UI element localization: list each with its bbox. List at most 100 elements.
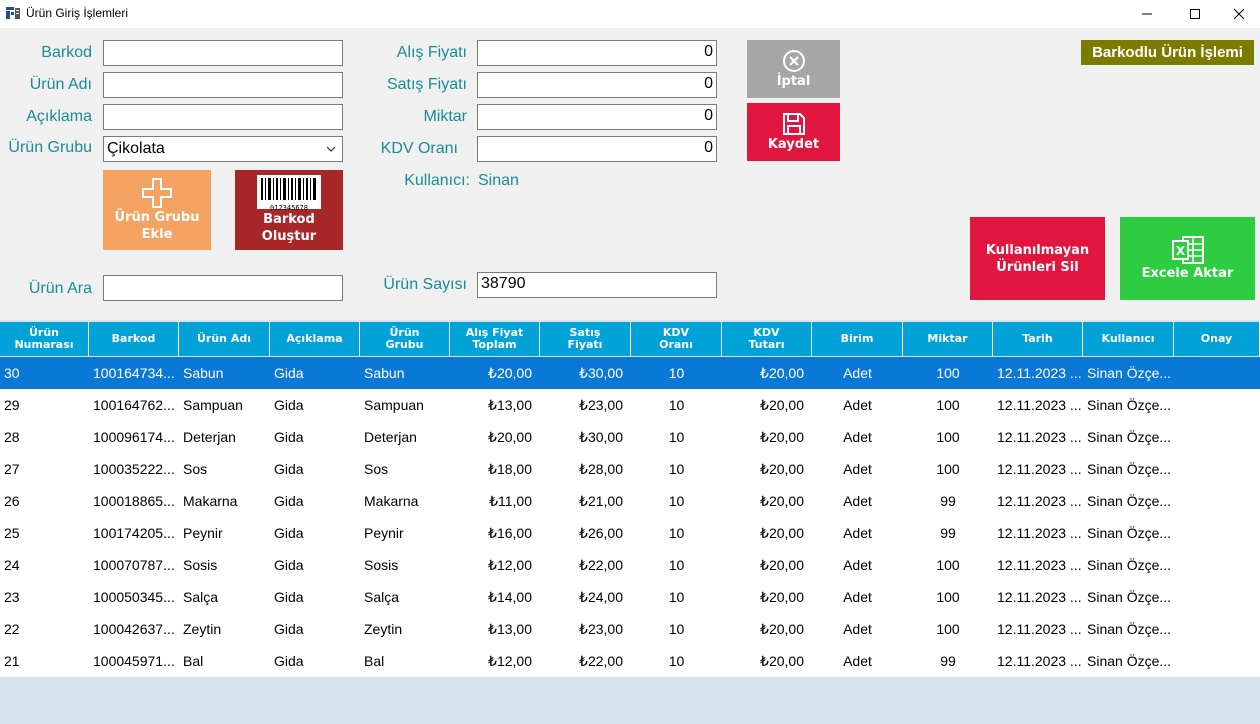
cell-urun-grubu[interactable]: Sosis (360, 549, 450, 581)
barkod-input[interactable] (103, 40, 343, 66)
cell-barkod[interactable]: 100164762... (89, 389, 179, 421)
cell-kdv-orani[interactable]: 10 (631, 453, 722, 485)
column-header-urun-grubu[interactable]: Ürün Grubu (360, 322, 450, 356)
column-header-onay[interactable]: Onay (1174, 322, 1260, 356)
cell-birim[interactable]: Adet (812, 453, 903, 485)
cell-kdv-tutari[interactable]: ₺20,00 (722, 421, 812, 453)
table-row[interactable]: 26 100018865... Makarna Gida Makarna ₺11,00 ₺2… (0, 485, 1260, 517)
cell-urun-numarasi[interactable]: 22 (0, 613, 89, 645)
cell-alis-fiyat-toplam[interactable]: ₺11,00 (450, 485, 540, 517)
cell-onay[interactable] (1174, 517, 1260, 549)
cell-tarih[interactable]: 12.11.2023 ... (993, 517, 1083, 549)
cell-alis-fiyat-toplam[interactable]: ₺12,00 (450, 549, 540, 581)
table-row[interactable]: 28 100096174... Deterjan Gida Deterjan ₺20,00… (0, 421, 1260, 453)
column-header-urun-numarasi[interactable]: Ürün Numarası (0, 322, 89, 356)
cell-birim[interactable]: Adet (812, 389, 903, 421)
cell-aciklama[interactable]: Gida (270, 549, 360, 581)
cell-alis-fiyat-toplam[interactable]: ₺12,00 (450, 645, 540, 677)
cell-kdv-orani[interactable]: 10 (631, 485, 722, 517)
cell-alis-fiyat-toplam[interactable]: ₺13,00 (450, 613, 540, 645)
cell-urun-grubu[interactable]: Sabun (360, 357, 450, 389)
cell-aciklama[interactable]: Gida (270, 357, 360, 389)
cell-kdv-tutari[interactable]: ₺20,00 (722, 613, 812, 645)
cell-urun-numarasi[interactable]: 25 (0, 517, 89, 549)
cell-barkod[interactable]: 100042637... (89, 613, 179, 645)
cell-miktar[interactable]: 100 (903, 421, 993, 453)
cell-kdv-tutari[interactable]: ₺20,00 (722, 645, 812, 677)
cell-urun-grubu[interactable]: Sos (360, 453, 450, 485)
cell-urun-adi[interactable]: Sos (179, 453, 270, 485)
urun-grubu-select[interactable]: Çikolata (103, 136, 343, 162)
cell-satis-fiyati[interactable]: ₺28,00 (540, 453, 631, 485)
cell-kullanici[interactable]: Sinan Özçe... (1083, 485, 1174, 517)
cell-urun-adi[interactable]: Bal (179, 645, 270, 677)
column-header-miktar[interactable]: Miktar (903, 322, 993, 356)
cell-kullanici[interactable]: Sinan Özçe... (1083, 389, 1174, 421)
table-row[interactable]: 21 100045971... Bal Gida Bal ₺12,00 ₺22,00 10 ₺2… (0, 645, 1260, 677)
cell-kdv-tutari[interactable]: ₺20,00 (722, 453, 812, 485)
cell-urun-grubu[interactable]: Makarna (360, 485, 450, 517)
cell-urun-adi[interactable]: Peynir (179, 517, 270, 549)
cell-tarih[interactable]: 12.11.2023 ... (993, 453, 1083, 485)
cell-urun-grubu[interactable]: Salça (360, 581, 450, 613)
close-button[interactable] (1216, 0, 1260, 28)
cell-miktar[interactable]: 100 (903, 357, 993, 389)
cell-urun-grubu[interactable]: Bal (360, 645, 450, 677)
column-header-barkod[interactable]: Barkod (89, 322, 179, 356)
cell-tarih[interactable]: 12.11.2023 ... (993, 549, 1083, 581)
cell-onay[interactable] (1174, 421, 1260, 453)
kaydet-button[interactable]: Kaydet (747, 103, 840, 161)
barkod-olustur-button[interactable]: 012345678 Barkod Oluştur (235, 170, 343, 250)
cell-urun-adi[interactable]: Makarna (179, 485, 270, 517)
cell-alis-fiyat-toplam[interactable]: ₺13,00 (450, 389, 540, 421)
cell-onay[interactable] (1174, 645, 1260, 677)
column-header-kullanici[interactable]: Kullanıcı (1083, 322, 1174, 356)
table-row[interactable]: 27 100035222... Sos Gida Sos ₺18,00 ₺28,00 10 ₺2… (0, 453, 1260, 485)
cell-kdv-orani[interactable]: 10 (631, 581, 722, 613)
alis-fiyati-input[interactable]: 0 (477, 40, 717, 66)
cell-kdv-orani[interactable]: 10 (631, 389, 722, 421)
table-row[interactable]: 22 100042637... Zeytin Gida Zeytin ₺13,00 ₺23,… (0, 613, 1260, 645)
cell-birim[interactable]: Adet (812, 485, 903, 517)
cell-urun-adi[interactable]: Salça (179, 581, 270, 613)
cell-kdv-orani[interactable]: 10 (631, 613, 722, 645)
cell-kdv-tutari[interactable]: ₺20,00 (722, 485, 812, 517)
cell-urun-numarasi[interactable]: 23 (0, 581, 89, 613)
column-header-kdv-orani[interactable]: KDV Oranı (631, 322, 722, 356)
cell-satis-fiyati[interactable]: ₺30,00 (540, 357, 631, 389)
cell-alis-fiyat-toplam[interactable]: ₺20,00 (450, 357, 540, 389)
table-row[interactable]: 23 100050345... Salça Gida Salça ₺14,00 ₺24,00… (0, 581, 1260, 613)
barkodlu-urun-islemi-button[interactable]: Barkodlu Ürün İşlemi (1081, 40, 1254, 65)
excele-aktar-button[interactable]: X Excele Aktar (1120, 217, 1255, 300)
cell-onay[interactable] (1174, 453, 1260, 485)
cell-birim[interactable]: Adet (812, 357, 903, 389)
cell-barkod[interactable]: 100174205... (89, 517, 179, 549)
cell-urun-numarasi[interactable]: 30 (0, 357, 89, 389)
cell-tarih[interactable]: 12.11.2023 ... (993, 581, 1083, 613)
urun-grid[interactable]: Ürün Numarası Barkod Ürün Adı Açıklama Ürün Gr… (0, 320, 1260, 724)
kullanilmayan-urunleri-sil-button[interactable]: Kullanılmayan Ürünleri Sil (970, 217, 1105, 300)
cell-satis-fiyati[interactable]: ₺22,00 (540, 645, 631, 677)
urun-adi-input[interactable] (103, 72, 343, 98)
maximize-button[interactable] (1172, 0, 1218, 28)
cell-kdv-orani[interactable]: 10 (631, 421, 722, 453)
column-header-aciklama[interactable]: Açıklama (270, 322, 360, 356)
cell-kullanici[interactable]: Sinan Özçe... (1083, 549, 1174, 581)
column-header-tarih[interactable]: Tarih (993, 322, 1083, 356)
cell-miktar[interactable]: 99 (903, 485, 993, 517)
cell-alis-fiyat-toplam[interactable]: ₺20,00 (450, 421, 540, 453)
cell-urun-adi[interactable]: Zeytin (179, 613, 270, 645)
cell-miktar[interactable]: 100 (903, 453, 993, 485)
cell-satis-fiyati[interactable]: ₺22,00 (540, 549, 631, 581)
satis-fiyati-input[interactable]: 0 (477, 72, 717, 98)
cell-barkod[interactable]: 100096174... (89, 421, 179, 453)
kdv-orani-input[interactable]: 0 (477, 136, 717, 162)
cell-satis-fiyati[interactable]: ₺30,00 (540, 421, 631, 453)
cell-birim[interactable]: Adet (812, 613, 903, 645)
cell-urun-numarasi[interactable]: 24 (0, 549, 89, 581)
cell-birim[interactable]: Adet (812, 517, 903, 549)
cell-barkod[interactable]: 100070787... (89, 549, 179, 581)
cell-birim[interactable]: Adet (812, 581, 903, 613)
cell-satis-fiyati[interactable]: ₺23,00 (540, 613, 631, 645)
cell-alis-fiyat-toplam[interactable]: ₺14,00 (450, 581, 540, 613)
